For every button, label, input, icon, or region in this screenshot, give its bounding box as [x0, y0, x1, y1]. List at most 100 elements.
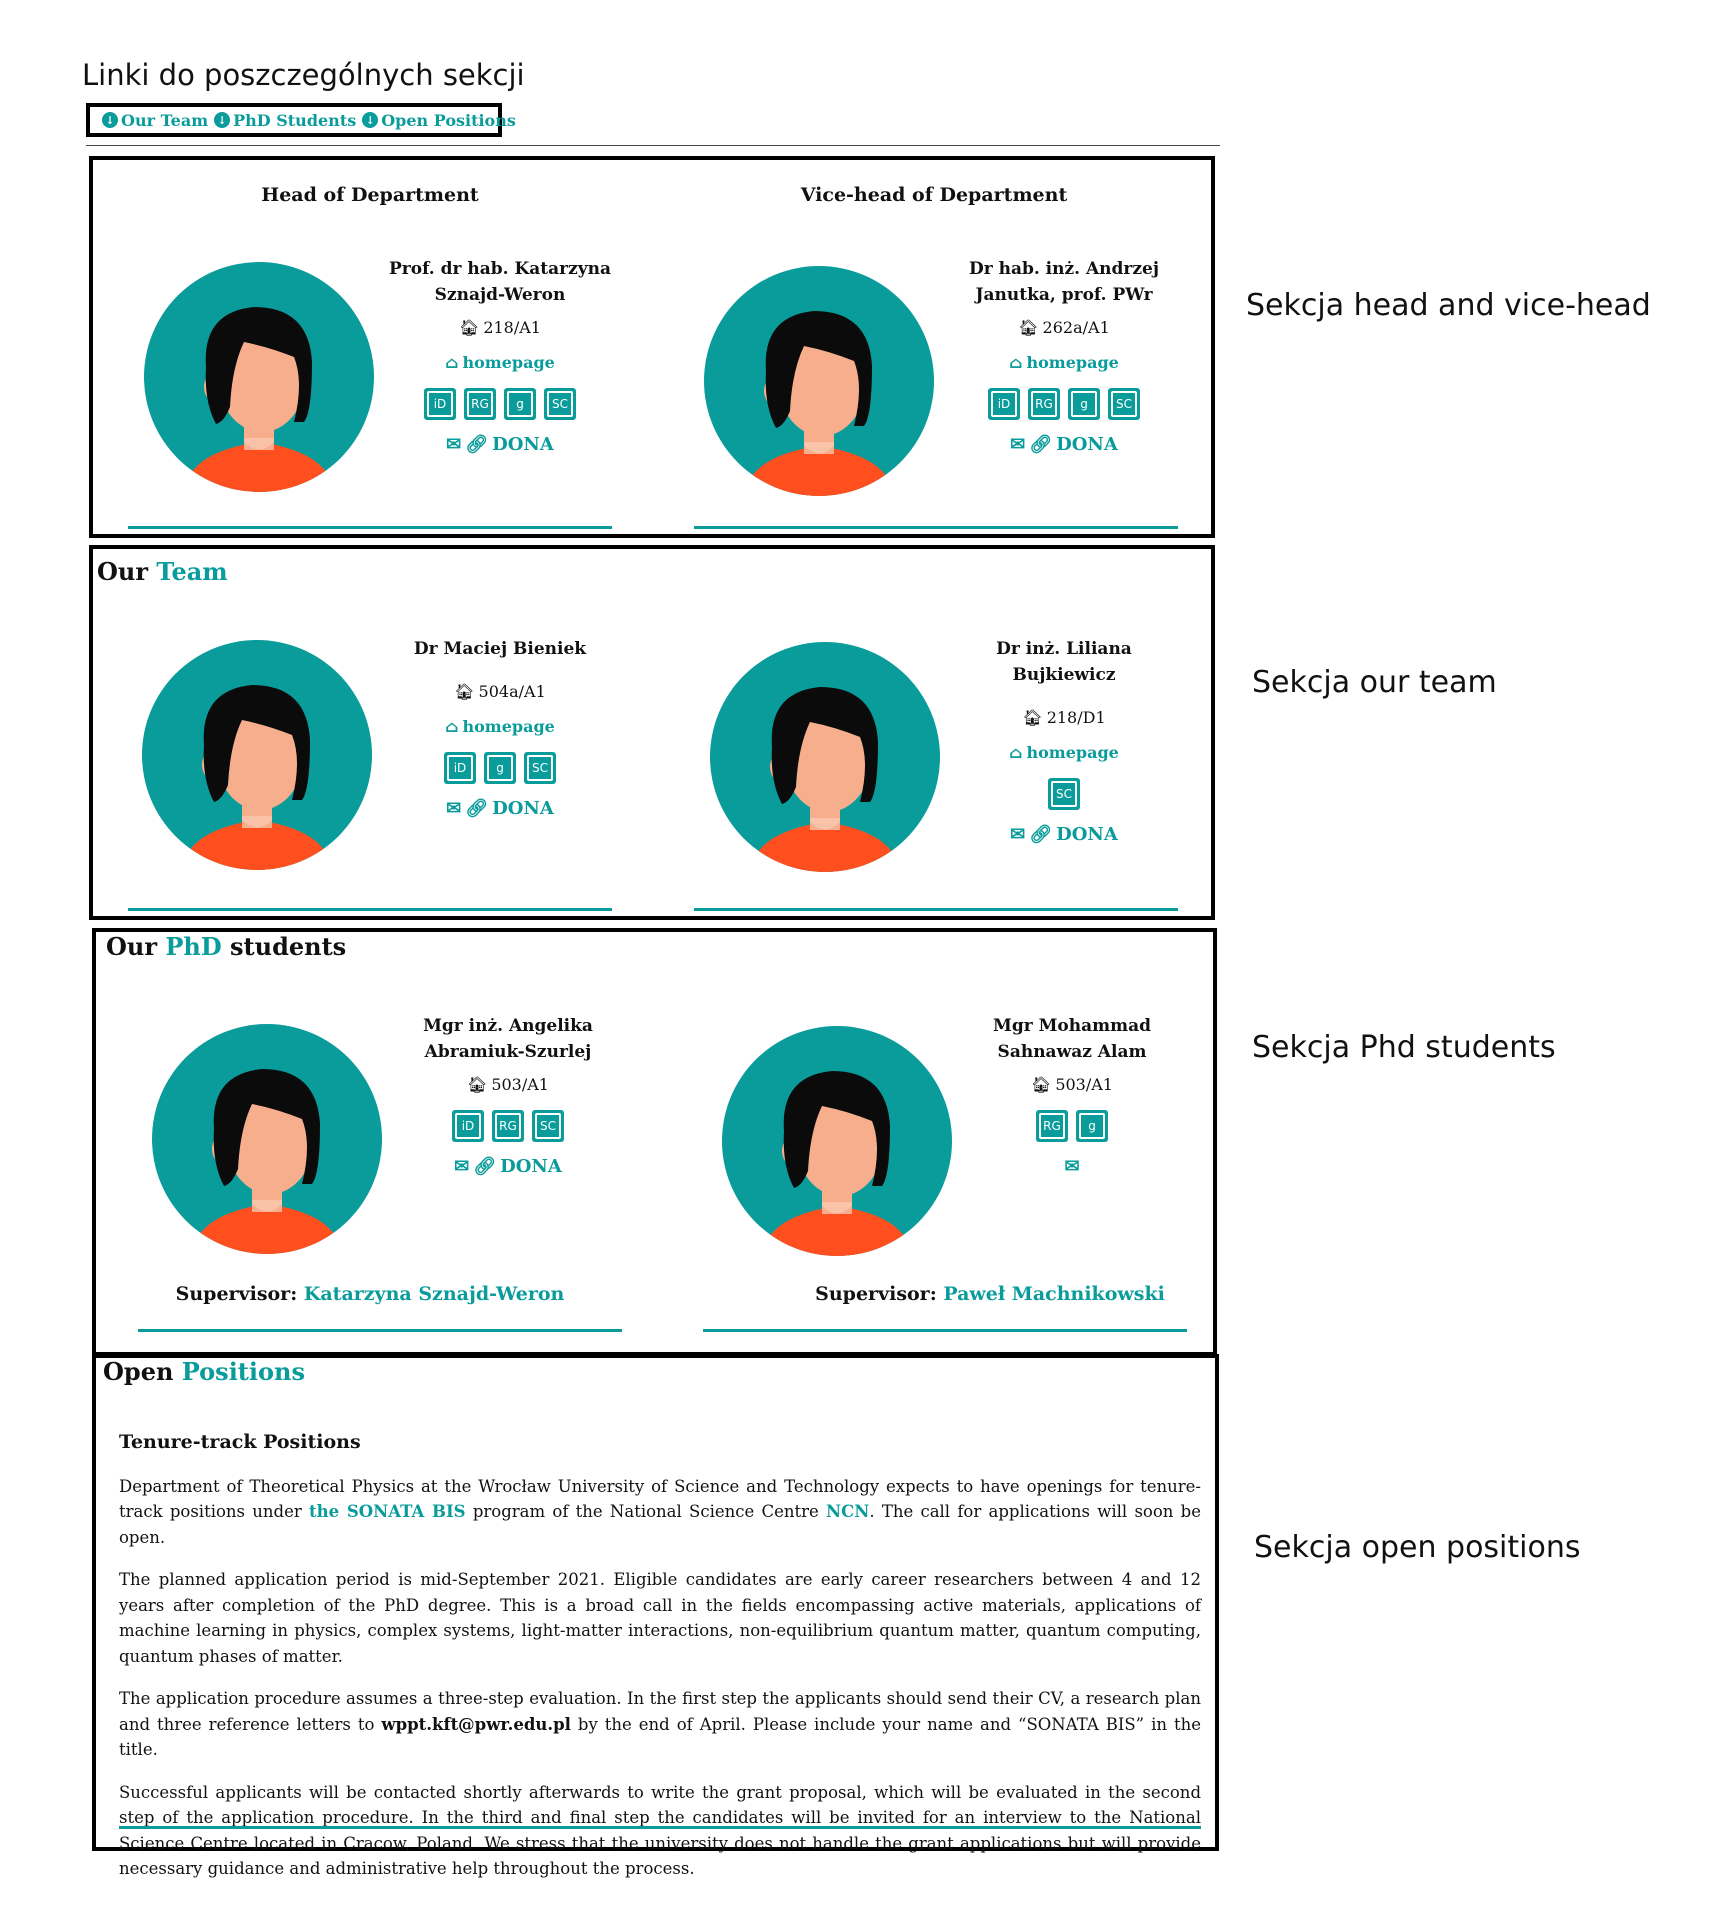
researchgate-icon[interactable]: RG — [464, 388, 496, 420]
annotation-team: Sekcja our team — [1252, 665, 1497, 700]
link-icon: 🔗︎ — [1029, 434, 1053, 455]
scopus-icon[interactable]: SC — [1108, 388, 1140, 420]
link-icon: 🔗︎ — [465, 434, 489, 455]
homepage-link[interactable]: ⌂ homepage — [380, 717, 620, 736]
envelope-icon[interactable]: ✉ — [1010, 434, 1025, 455]
profile-icons: iD RG SC — [388, 1110, 628, 1142]
avatar — [142, 640, 372, 870]
paragraph: The planned application period is mid-Se… — [119, 1570, 1201, 1666]
section-links-box: ↓ Our Team ↓ PhD Students ↓ Open Positions — [86, 103, 516, 137]
scopus-icon[interactable]: SC — [524, 752, 556, 784]
room: 🏠︎ 503/A1 — [467, 1075, 549, 1094]
section-underline — [119, 1826, 1201, 1829]
person-info: Dr inż. Liliana Bujkiewicz 🏠︎ 218/D1 ⌂ hom… — [944, 636, 1184, 845]
supervisor-link[interactable]: Paweł Machnikowski — [943, 1283, 1165, 1305]
home-icon: 🏠︎ — [454, 682, 475, 701]
avatar — [722, 1026, 952, 1256]
person-name: Prof. dr hab. Katarzyna Sznajd-Weron — [388, 259, 611, 305]
supervisor-link[interactable]: Katarzyna Sznajd-Weron — [304, 1283, 565, 1305]
scopus-icon[interactable]: SC — [544, 388, 576, 420]
nav-link-phd-students[interactable]: ↓ PhD Students — [214, 111, 356, 130]
homepage-icon: ⌂ — [1009, 353, 1023, 372]
avatar — [152, 1024, 382, 1254]
home-icon: 🏠︎ — [459, 318, 480, 337]
nav-link-open-positions[interactable]: ↓ Open Positions — [362, 111, 516, 130]
researchgate-icon[interactable]: RG — [1036, 1110, 1068, 1142]
annotation-phd: Sekcja Phd students — [1252, 1030, 1556, 1065]
annotation-heads: Sekcja head and vice-head — [1246, 288, 1651, 323]
room: 🏠︎ 262a/A1 — [1018, 318, 1110, 337]
contact-row: ✉ 🔗︎ DONA — [388, 1156, 628, 1177]
scopus-icon[interactable]: SC — [532, 1110, 564, 1142]
envelope-icon[interactable]: ✉ — [446, 798, 461, 819]
home-icon: 🏠︎ — [467, 1075, 488, 1094]
researchgate-icon[interactable]: RG — [1028, 388, 1060, 420]
google-scholar-icon[interactable]: g — [484, 752, 516, 784]
card-underline — [138, 1329, 622, 1332]
paragraph: Department of Theoretical Physics at the… — [119, 1476, 1201, 1547]
orcid-icon[interactable]: iD — [452, 1110, 484, 1142]
person-info: Mgr Mohammad Sahnawaz Alam 🏠︎ 503/A1 RG g … — [952, 1013, 1192, 1177]
profile-icons: iD RG g SC — [944, 388, 1184, 420]
person-name: Mgr Mohammad Sahnawaz Alam — [993, 1016, 1151, 1062]
section-title-phd: Our PhD students — [106, 932, 347, 961]
dona-link[interactable]: DONA — [1056, 434, 1118, 455]
homepage-icon: ⌂ — [445, 353, 459, 372]
link-icon: 🔗︎ — [473, 1156, 497, 1177]
paragraph: The application procedure assumes a thre… — [119, 1689, 1201, 1759]
email-address[interactable]: wppt.kft@pwr.edu.pl — [381, 1715, 571, 1734]
person-name: Dr Maciej Bieniek — [413, 639, 587, 659]
person-name: Mgr inż. Angelika Abramiuk-Szurlej — [423, 1016, 593, 1062]
envelope-icon[interactable]: ✉ — [1064, 1156, 1079, 1177]
profile-icons: iD RG g SC — [380, 388, 620, 420]
nav-link-our-team[interactable]: ↓ Our Team — [102, 111, 208, 130]
envelope-icon[interactable]: ✉ — [1010, 824, 1025, 845]
room: 🏠︎ 503/A1 — [1031, 1075, 1113, 1094]
envelope-icon[interactable]: ✉ — [446, 434, 461, 455]
dona-link[interactable]: DONA — [492, 434, 554, 455]
dona-link[interactable]: DONA — [500, 1156, 562, 1177]
arrow-down-circle-icon: ↓ — [214, 112, 231, 128]
ncn-link[interactable]: NCN — [826, 1502, 869, 1521]
homepage-link[interactable]: ⌂ homepage — [944, 743, 1184, 762]
arrow-down-circle-icon: ↓ — [362, 112, 379, 128]
scopus-icon[interactable]: SC — [1048, 778, 1080, 810]
person-info: Dr Maciej Bieniek 🏠︎ 504a/A1 ⌂ homepage iD… — [380, 636, 620, 819]
homepage-link[interactable]: ⌂ homepage — [944, 353, 1184, 372]
dona-link[interactable]: DONA — [492, 798, 554, 819]
contact-row: ✉ — [952, 1156, 1192, 1177]
home-icon: 🏠︎ — [1031, 1075, 1052, 1094]
room: 🏠︎ 504a/A1 — [454, 682, 546, 701]
card-underline — [694, 908, 1178, 911]
annotation-title: Linki do poszczególnych sekcji — [82, 58, 525, 92]
person-name: Dr hab. inż. Andrzej Janutka, prof. PWr — [968, 259, 1160, 305]
envelope-icon[interactable]: ✉ — [454, 1156, 469, 1177]
paragraph: Successful applicants will be contacted … — [119, 1782, 1201, 1879]
orcid-icon[interactable]: iD — [424, 388, 456, 420]
role-title: Vice-head of Department — [800, 184, 1068, 206]
room: 🏠︎ 218/A1 — [459, 318, 541, 337]
card-underline — [128, 526, 612, 529]
section-title-team: Our Team — [97, 557, 228, 586]
heading-tenure-track: Tenure-track Positions — [119, 1431, 361, 1453]
contact-row: ✉ 🔗︎ DONA — [380, 434, 620, 455]
researchgate-icon[interactable]: RG — [492, 1110, 524, 1142]
sonata-bis-link[interactable]: the SONATA BIS — [309, 1502, 466, 1521]
google-scholar-icon[interactable]: g — [1068, 388, 1100, 420]
avatar — [704, 266, 934, 496]
contact-row: ✉ 🔗︎ DONA — [944, 434, 1184, 455]
homepage-icon: ⌂ — [1009, 743, 1023, 762]
avatar — [144, 262, 374, 492]
orcid-icon[interactable]: iD — [988, 388, 1020, 420]
dona-link[interactable]: DONA — [1056, 824, 1118, 845]
person-info: Prof. dr hab. Katarzyna Sznajd-Weron 🏠︎ 21… — [380, 256, 620, 455]
orcid-icon[interactable]: iD — [444, 752, 476, 784]
section-title-open: Open Positions — [103, 1357, 305, 1386]
contact-row: ✉ 🔗︎ DONA — [944, 824, 1184, 845]
google-scholar-icon[interactable]: g — [504, 388, 536, 420]
room: 🏠︎ 218/D1 — [1022, 708, 1106, 727]
homepage-link[interactable]: ⌂ homepage — [380, 353, 620, 372]
profile-icons: SC — [944, 778, 1184, 810]
link-icon: 🔗︎ — [465, 798, 489, 819]
google-scholar-icon[interactable]: g — [1076, 1110, 1108, 1142]
